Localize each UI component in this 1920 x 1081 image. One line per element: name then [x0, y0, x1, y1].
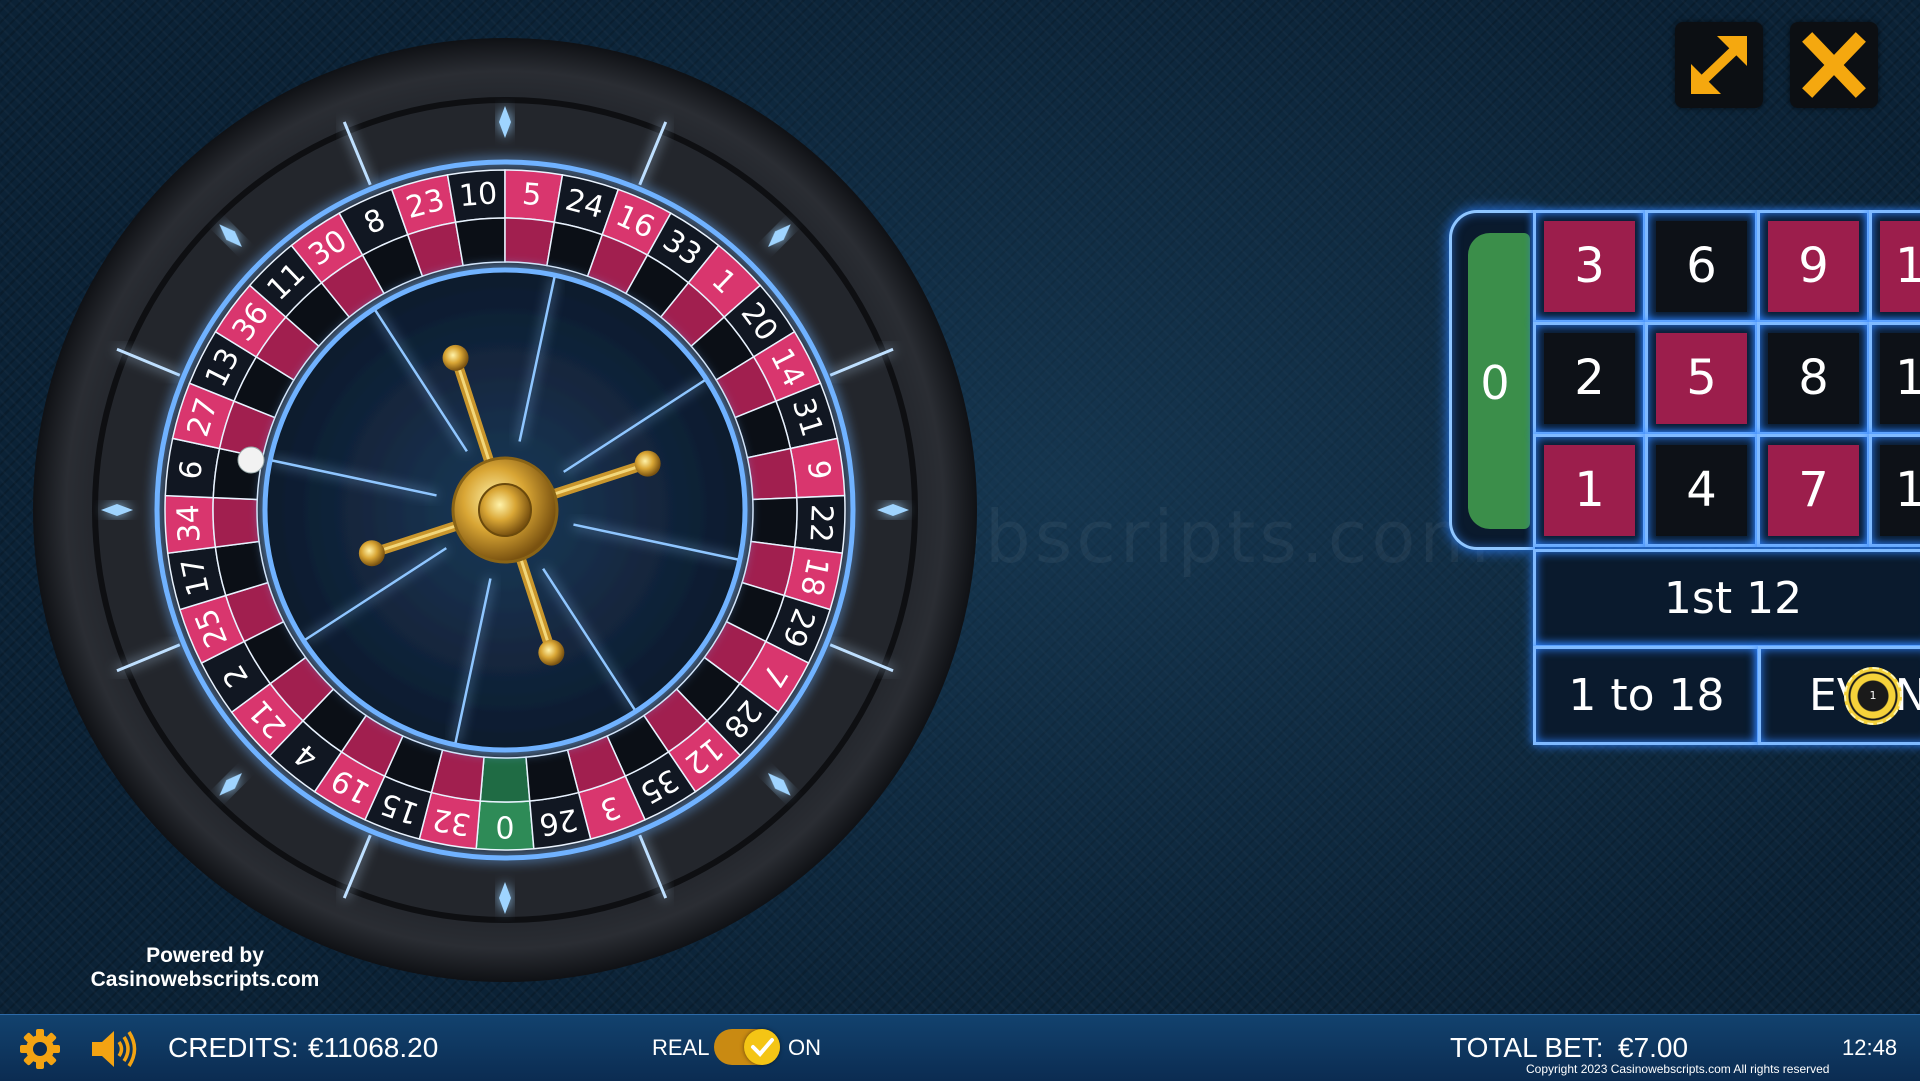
- wheel-number-label: 22: [802, 504, 839, 544]
- bet-zero-label: 0: [1480, 356, 1510, 410]
- wheel-pocket-slot: [479, 756, 531, 803]
- bet-1-to-18[interactable]: 1 to 18: [1533, 646, 1760, 745]
- bet-number-cell[interactable]: 8: [1757, 322, 1870, 435]
- copyright: Copyright 2023 Casinowebscripts.com All …: [1526, 1062, 1830, 1076]
- close-button[interactable]: [1790, 22, 1878, 108]
- wheel-number-label: 5: [521, 177, 543, 213]
- wheel-number-label: 10: [458, 176, 499, 214]
- powered-by-line2: Casinowebscripts.com: [90, 968, 320, 991]
- bet-number-cell[interactable]: 6: [1645, 210, 1758, 323]
- credits-label: CREDITS:: [168, 1032, 299, 1063]
- clock: 12:48: [1842, 1035, 1898, 1060]
- wheel-pocket-slot: [212, 496, 260, 548]
- wheel-number-label: 34: [171, 504, 208, 544]
- bet-1st-12[interactable]: 1st 12: [1533, 549, 1920, 648]
- real-label: REAL: [652, 1035, 710, 1060]
- wheel-pocket-slot: [504, 217, 556, 267]
- check-icon: [751, 1038, 774, 1057]
- bet-number-label: 5: [1686, 350, 1717, 406]
- bet-1-to-18-label: 1 to 18: [1568, 670, 1725, 721]
- bet-number-cell[interactable]: 7: [1757, 434, 1870, 547]
- bet-number-label: 6: [1686, 238, 1717, 294]
- bet-number-cell[interactable]: 10: [1869, 434, 1920, 547]
- bet-number-label: 1: [1574, 462, 1605, 518]
- wheel-number-label: 26: [537, 801, 581, 842]
- close-icon: [1802, 32, 1866, 98]
- bet-number-label: 3: [1574, 238, 1605, 294]
- powered-by-line1: Powered by: [146, 944, 264, 967]
- bet-zero[interactable]: 0: [1449, 210, 1535, 550]
- bet-number-label: 7: [1798, 462, 1829, 518]
- roulette-wheel: 03215194212251734627133611308 23 10 5 24 1633…: [33, 38, 977, 982]
- wheel-pocket-slot: [746, 447, 798, 501]
- bet-number-cell[interactable]: 4: [1645, 434, 1758, 547]
- expand-arrows-icon: [1691, 36, 1747, 94]
- fullscreen-button[interactable]: [1675, 22, 1763, 108]
- bet-number-cell[interactable]: 9: [1757, 210, 1870, 323]
- bet-number-cell[interactable]: 3: [1533, 210, 1646, 323]
- bet-number-label: 8: [1798, 350, 1829, 406]
- wheel-pocket-slot: [454, 217, 506, 267]
- bet-number-cell[interactable]: 2: [1533, 322, 1646, 435]
- bet-chip-value: 1: [1869, 689, 1877, 702]
- bet-1st-12-label: 1st 12: [1663, 573, 1803, 624]
- wheel-number-label: 32: [430, 801, 474, 842]
- bet-number-label: 2: [1574, 350, 1605, 406]
- powered-by: Powered by Casinowebscripts.com: [80, 944, 330, 992]
- real-mode-toggle[interactable]: [714, 1029, 780, 1065]
- bet-number-label: 11: [1894, 350, 1920, 406]
- settings-gear-icon[interactable]: [18, 1027, 62, 1071]
- roulette-ball: [237, 446, 265, 474]
- wheel-pocket-slot: [750, 496, 798, 548]
- wheel-number-label: 0: [495, 809, 514, 844]
- bet-number-cell[interactable]: 5: [1645, 322, 1758, 435]
- bet-number-cell[interactable]: 11: [1869, 322, 1920, 435]
- bet-number-label: 4: [1686, 462, 1717, 518]
- bet-number-label: 10: [1894, 462, 1920, 518]
- bet-chip[interactable]: 1: [1844, 667, 1902, 725]
- bet-number-label: 9: [1798, 238, 1829, 294]
- on-label: ON: [788, 1035, 821, 1060]
- bet-number-cell[interactable]: 12: [1869, 210, 1920, 323]
- credits-value: €11068.20: [308, 1032, 439, 1063]
- sound-icon[interactable]: [88, 1027, 140, 1071]
- bet-number-label: 12: [1894, 238, 1920, 294]
- bet-number-cell[interactable]: 1: [1533, 434, 1646, 547]
